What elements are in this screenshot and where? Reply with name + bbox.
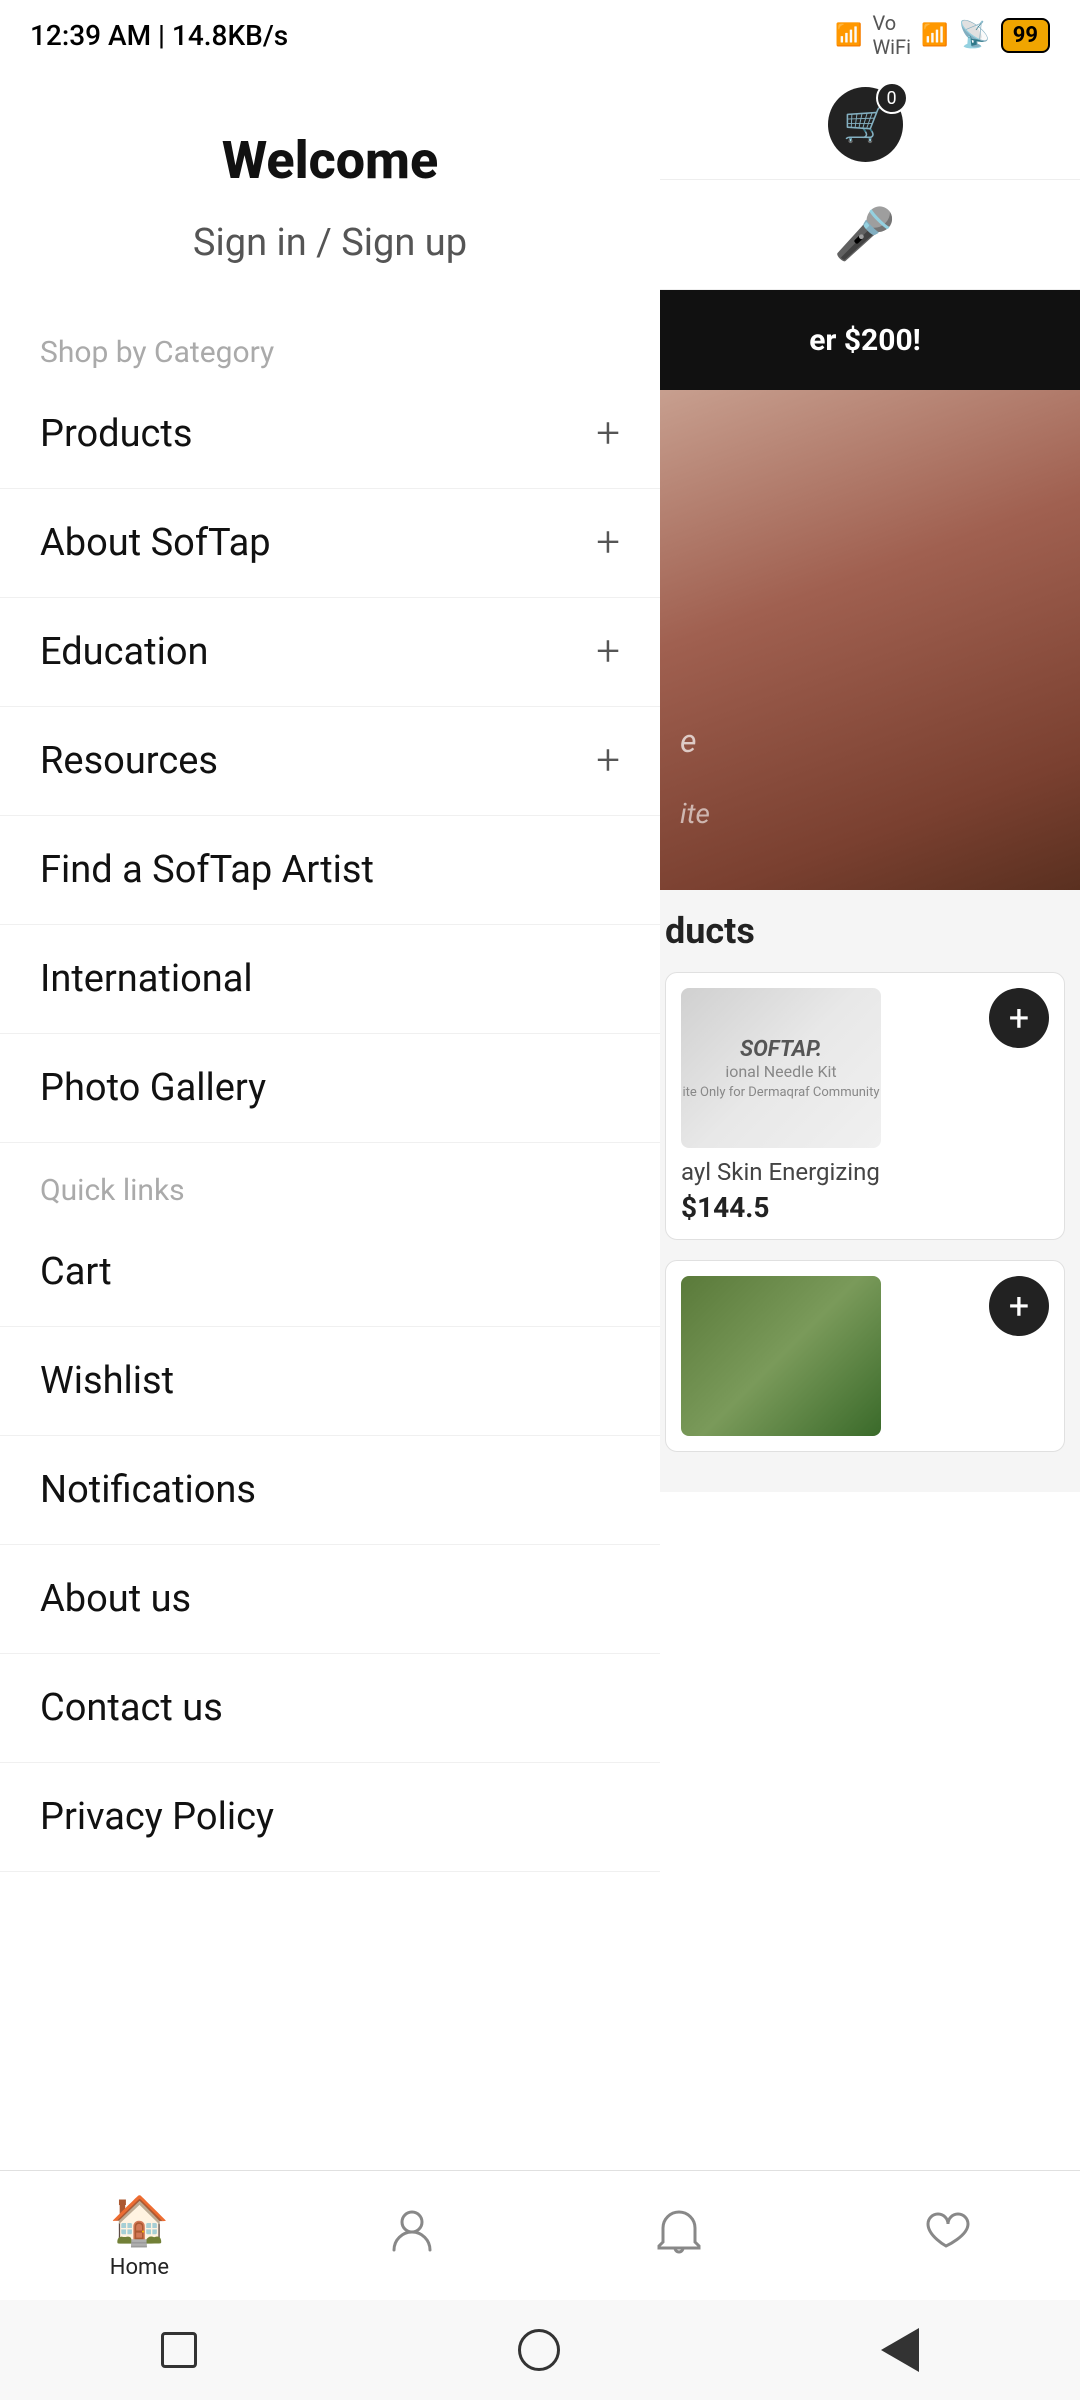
menu-item-contact-us-label: Contact us <box>40 1686 223 1730</box>
menu-item-notifications[interactable]: Notifications <box>0 1436 660 1545</box>
cart-count-badge: 0 <box>876 82 908 114</box>
menu-item-resources[interactable]: Resources + <box>0 707 660 816</box>
product-2-image <box>681 1276 881 1436</box>
cart-row[interactable]: 🛒 0 <box>650 70 1080 180</box>
home-label: Home <box>110 2255 169 2280</box>
menu-item-international-label: International <box>40 957 253 1001</box>
menu-item-products-label: Products <box>40 412 192 456</box>
promo-banner: er $200! <box>650 290 1080 390</box>
lip-overlay-text-e: e <box>680 722 696 760</box>
products-right-section: ducts + SOFTAP. ional Needle Kit ite Onl… <box>650 890 1080 1492</box>
nav-account[interactable] <box>388 2206 436 2266</box>
nav-home[interactable]: 🏠 Home <box>110 2192 170 2280</box>
menu-item-cart[interactable]: Cart <box>0 1218 660 1327</box>
android-recent-button[interactable] <box>161 2332 197 2368</box>
drawer-welcome-section: Welcome Sign in / Sign up <box>0 70 660 305</box>
menu-item-about-us-label: About us <box>40 1577 191 1621</box>
product-brand: SOFTAP. <box>740 1037 822 1062</box>
menu-item-photo-gallery-label: Photo Gallery <box>40 1066 266 1110</box>
menu-item-wishlist[interactable]: Wishlist <box>0 1327 660 1436</box>
cart-button[interactable]: 🛒 0 <box>828 87 903 162</box>
lip-overlay-text2: ite <box>680 797 710 830</box>
products-section-title: ducts <box>665 910 1065 952</box>
menu-item-about-softap[interactable]: About SofTap + <box>0 489 660 598</box>
menu-item-contact-us[interactable]: Contact us <box>0 1654 660 1763</box>
menu-item-education-label: Education <box>40 630 209 674</box>
signal-bars-icon: 📶 <box>835 23 862 48</box>
wishlist-heart-icon <box>922 2206 970 2266</box>
education-expand-icon: + <box>596 631 620 673</box>
mic-row[interactable]: 🎤 <box>650 180 1080 290</box>
menu-item-products[interactable]: Products + <box>0 380 660 489</box>
mic-button[interactable]: 🎤 <box>828 197 903 272</box>
menu-item-privacy-policy-label: Privacy Policy <box>40 1795 274 1839</box>
right-top-icons: 🛒 0 🎤 <box>650 70 1080 290</box>
nav-wishlist[interactable] <box>922 2206 970 2266</box>
menu-item-notifications-label: Notifications <box>40 1468 256 1512</box>
about-softap-expand-icon: + <box>596 522 620 564</box>
signal-bars2-icon: 📶 <box>921 23 948 48</box>
resources-expand-icon: + <box>596 740 620 782</box>
product-sub: ional Needle Kit <box>725 1062 836 1081</box>
android-home-button[interactable] <box>518 2329 560 2371</box>
status-bar: 12:39 AM | 14.8KB/s 📶 VoWiFi 📶 📡 99 <box>0 0 1080 70</box>
lip-image: e ite <box>650 390 1080 890</box>
add-product-2-button[interactable]: + <box>989 1276 1049 1336</box>
products-expand-icon: + <box>596 413 620 455</box>
nav-notifications[interactable] <box>655 2206 703 2266</box>
cart-icon: 🛒 <box>843 104 887 145</box>
menu-item-privacy-policy[interactable]: Privacy Policy <box>0 1763 660 1872</box>
signin-link[interactable]: Sign in / Sign up <box>40 221 620 265</box>
menu-item-about-us[interactable]: About us <box>0 1545 660 1654</box>
product-card-2: + <box>665 1260 1065 1452</box>
notification-icon <box>655 2206 703 2266</box>
product-1-name: ayl Skin Energizing <box>681 1158 1049 1186</box>
menu-item-international[interactable]: International <box>0 925 660 1034</box>
android-navigation-bar <box>0 2300 1080 2400</box>
menu-item-wishlist-label: Wishlist <box>40 1359 174 1403</box>
product-card-1: + SOFTAP. ional Needle Kit ite Only for … <box>665 972 1065 1240</box>
android-back-button[interactable] <box>881 2328 919 2372</box>
menu-item-about-softap-label: About SofTap <box>40 521 271 565</box>
status-icons: 📶 VoWiFi 📶 📡 99 <box>835 11 1050 59</box>
side-drawer: Welcome Sign in / Sign up Shop by Catego… <box>0 70 660 2220</box>
status-time: 12:39 AM | 14.8KB/s <box>30 19 288 52</box>
menu-item-resources-label: Resources <box>40 739 218 783</box>
add-product-1-button[interactable]: + <box>989 988 1049 1048</box>
product-1-price: $144.5 <box>681 1191 1049 1224</box>
battery-indicator: 99 <box>1001 18 1050 53</box>
shop-by-category-label: Shop by Category <box>0 305 660 380</box>
quick-links-label: Quick links <box>0 1143 660 1218</box>
menu-item-cart-label: Cart <box>40 1250 112 1294</box>
bottom-nav-bar: 🏠 Home <box>0 2170 1080 2300</box>
welcome-title: Welcome <box>40 130 620 191</box>
promo-text: er $200! <box>809 323 921 358</box>
menu-item-photo-gallery[interactable]: Photo Gallery <box>0 1034 660 1143</box>
menu-item-education[interactable]: Education + <box>0 598 660 707</box>
menu-item-find-artist[interactable]: Find a SofTap Artist <box>0 816 660 925</box>
home-icon: 🏠 <box>110 2192 170 2249</box>
product-sub-note: ite Only for Dermaqraf Community <box>683 1085 880 1100</box>
wifi-icon: 📡 <box>958 20 990 50</box>
menu-item-find-artist-label: Find a SofTap Artist <box>40 848 374 892</box>
account-icon <box>388 2206 436 2266</box>
mic-icon: 🎤 <box>834 206 896 264</box>
vo-wifi-label: VoWiFi <box>872 11 911 59</box>
product-1-image: SOFTAP. ional Needle Kit ite Only for De… <box>681 988 881 1148</box>
